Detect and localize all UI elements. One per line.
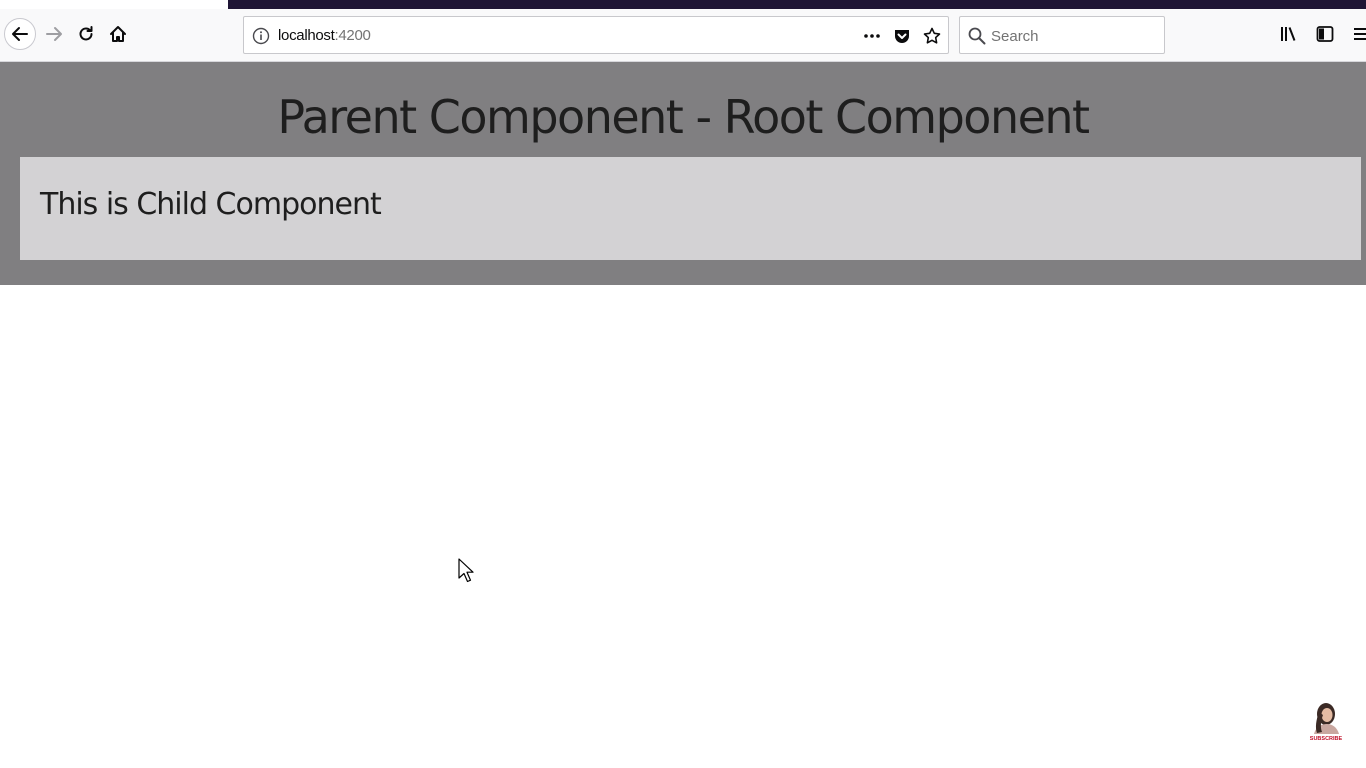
reload-button[interactable] — [71, 19, 101, 49]
info-icon[interactable] — [252, 27, 270, 45]
pocket-icon — [895, 30, 909, 43]
star-icon — [923, 27, 941, 44]
bookmark-button[interactable] — [920, 24, 944, 48]
address-bar[interactable]: localhost:4200 — [243, 16, 949, 54]
sidebar-icon — [1316, 26, 1334, 42]
child-component: This is Child Component — [20, 157, 1361, 260]
window-titlebar-strip — [228, 0, 1366, 9]
subscribe-logo: SUBSCRIBE — [1310, 703, 1343, 742]
hamburger-menu-icon — [1354, 28, 1366, 40]
parent-title: Parent Component - Root Component — [277, 90, 1090, 144]
menu-button[interactable] — [1346, 19, 1366, 49]
url-text[interactable]: localhost:4200 — [278, 27, 371, 44]
home-button[interactable] — [103, 19, 133, 49]
forward-arrow-icon — [46, 27, 62, 41]
mouse-pointer-icon — [458, 558, 474, 583]
sidebar-toggle-button[interactable] — [1310, 19, 1340, 49]
reload-icon — [79, 26, 93, 41]
library-button[interactable] — [1274, 19, 1304, 49]
browser-toolbar: localhost:4200 — [0, 9, 1366, 62]
library-icon — [1281, 27, 1296, 41]
search-icon — [968, 27, 986, 45]
back-arrow-icon — [12, 27, 28, 41]
child-text: This is Child Component — [40, 187, 382, 222]
url-port: :4200 — [334, 27, 371, 44]
page-actions-button[interactable] — [860, 24, 884, 48]
url-host: localhost — [278, 27, 335, 44]
pocket-button[interactable] — [890, 24, 914, 48]
more-dots-icon — [864, 34, 880, 38]
svg-text:SUBSCRIBE: SUBSCRIBE — [1310, 736, 1343, 742]
home-icon — [110, 26, 126, 42]
parent-component: Parent Component - Root Component This i… — [0, 62, 1366, 285]
forward-button[interactable] — [39, 19, 69, 49]
search-bar[interactable] — [959, 16, 1165, 54]
search-input[interactable] — [991, 25, 1157, 47]
back-button[interactable] — [4, 18, 36, 50]
